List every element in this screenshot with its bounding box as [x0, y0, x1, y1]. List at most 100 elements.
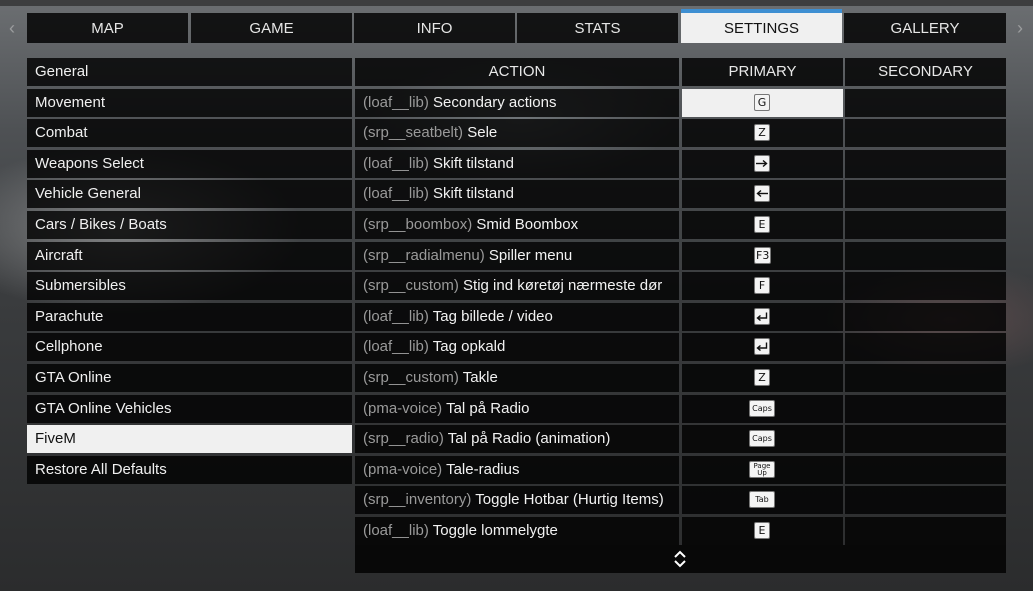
- table-row[interactable]: (loaf__lib) Skift tilstand: [355, 180, 1006, 209]
- primary-binding-cell[interactable]: F3: [682, 241, 843, 270]
- sidebar-item-cellphone[interactable]: Cellphone: [27, 333, 352, 362]
- sidebar-item-weapons-select[interactable]: Weapons Select: [27, 149, 352, 178]
- sidebar-item-restore-all-defaults[interactable]: Restore All Defaults: [27, 455, 352, 484]
- primary-binding-cell[interactable]: [682, 180, 843, 209]
- resource-name: (loaf__lib): [363, 338, 429, 356]
- tab-gallery[interactable]: GALLERY: [844, 13, 1006, 43]
- resource-name: (loaf__lib): [363, 307, 429, 325]
- action-label: Tal på Radio (animation): [447, 430, 611, 448]
- resource-name: (loaf__lib): [363, 521, 429, 539]
- action-label: Tal på Radio: [446, 399, 530, 417]
- primary-binding-cell[interactable]: [682, 302, 843, 331]
- sidebar-item-aircraft[interactable]: Aircraft: [27, 241, 352, 270]
- secondary-binding-cell[interactable]: [845, 425, 1006, 454]
- action-cell: (loaf__lib) Secondary actions: [355, 88, 679, 117]
- primary-binding-cell[interactable]: [682, 149, 843, 178]
- secondary-binding-cell[interactable]: [845, 88, 1006, 117]
- secondary-binding-cell[interactable]: [845, 455, 1006, 484]
- tab-map[interactable]: MAP: [27, 13, 188, 43]
- secondary-binding-cell[interactable]: [845, 394, 1006, 423]
- chevron-right-icon[interactable]: ›: [1010, 16, 1030, 40]
- secondary-binding-cell[interactable]: [845, 241, 1006, 270]
- table-row[interactable]: (srp__custom) Takle Z: [355, 363, 1006, 392]
- sidebar-item-cars-bikes-boats[interactable]: Cars / Bikes / Boats: [27, 210, 352, 239]
- primary-binding-cell[interactable]: E: [682, 516, 843, 545]
- secondary-binding-cell[interactable]: [845, 486, 1006, 515]
- resource-name: (srp__seatbelt): [363, 124, 464, 142]
- secondary-binding-cell[interactable]: [845, 302, 1006, 331]
- primary-binding-cell[interactable]: Caps: [682, 425, 843, 454]
- action-cell: (srp__custom) Takle: [355, 363, 679, 392]
- resource-name: (loaf__lib): [363, 154, 429, 172]
- tab-info[interactable]: INFO: [354, 13, 515, 43]
- action-cell: (pma-voice) Tal på Radio: [355, 394, 679, 423]
- sidebar-item-gta-online[interactable]: GTA Online: [27, 363, 352, 392]
- resource-name: (srp__radio): [363, 430, 444, 448]
- primary-binding-cell[interactable]: Page Up: [682, 455, 843, 484]
- column-header-action: ACTION: [355, 58, 679, 86]
- primary-binding-cell[interactable]: F: [682, 272, 843, 301]
- arrow-right-icon: [754, 154, 770, 172]
- sidebar-item-combat[interactable]: Combat: [27, 119, 352, 148]
- secondary-binding-cell[interactable]: [845, 149, 1006, 178]
- sidebar-item-general[interactable]: General: [27, 58, 352, 86]
- sidebar-item-fivem[interactable]: FiveM: [27, 425, 352, 454]
- tab-game[interactable]: GAME: [191, 13, 352, 43]
- table-row[interactable]: (pma-voice) Tale-radius Page Up: [355, 455, 1006, 484]
- primary-binding-cell[interactable]: E: [682, 210, 843, 239]
- sidebar-item-vehicle-general[interactable]: Vehicle General: [27, 180, 352, 209]
- resource-name: (loaf__lib): [363, 185, 429, 203]
- table-row[interactable]: (srp__custom) Stig ind køretøj nærmeste …: [355, 272, 1006, 301]
- action-cell: (loaf__lib) Toggle lommelygte: [355, 516, 679, 545]
- primary-binding-cell[interactable]: Caps: [682, 394, 843, 423]
- action-cell: (srp__boombox) Smid Boombox: [355, 210, 679, 239]
- table-row[interactable]: (loaf__lib) Toggle lommelygte E: [355, 516, 1006, 545]
- sidebar-item-movement[interactable]: Movement: [27, 88, 352, 117]
- enter-key-icon: [754, 307, 770, 325]
- arrow-left-icon: [754, 185, 770, 203]
- primary-binding-cell[interactable]: Z: [682, 119, 843, 148]
- action-cell: (loaf__lib) Tag billede / video: [355, 302, 679, 331]
- secondary-binding-cell[interactable]: [845, 333, 1006, 362]
- table-row[interactable]: (loaf__lib) Skift tilstand: [355, 149, 1006, 178]
- secondary-binding-cell[interactable]: [845, 210, 1006, 239]
- sidebar-item-parachute[interactable]: Parachute: [27, 302, 352, 331]
- key-cap: Caps: [749, 399, 775, 417]
- secondary-binding-cell[interactable]: [845, 363, 1006, 392]
- primary-binding-cell[interactable]: [682, 333, 843, 362]
- action-label: Takle: [462, 368, 498, 386]
- primary-binding-cell[interactable]: G: [682, 88, 843, 117]
- tab-stats[interactable]: STATS: [517, 13, 678, 43]
- table-row[interactable]: (srp__radio) Tal på Radio (animation) Cap…: [355, 425, 1006, 454]
- primary-binding-cell[interactable]: Tab: [682, 486, 843, 515]
- key-cap: E: [754, 521, 770, 539]
- chevron-left-icon[interactable]: ‹: [2, 16, 22, 40]
- table-row[interactable]: (srp__boombox) Smid Boombox E: [355, 210, 1006, 239]
- table-row[interactable]: (srp__inventory) Toggle Hotbar (Hurtig I…: [355, 486, 1006, 515]
- action-label: Tale-radius: [446, 460, 520, 478]
- action-label: Sele: [467, 124, 498, 142]
- action-label: Tag opkald: [432, 338, 506, 356]
- primary-binding-cell[interactable]: Z: [682, 363, 843, 392]
- table-row[interactable]: (loaf__lib) Secondary actions G: [355, 88, 1006, 117]
- secondary-binding-cell[interactable]: [845, 119, 1006, 148]
- key-cap: Z: [754, 368, 770, 386]
- tab-settings[interactable]: SETTINGS: [681, 9, 842, 43]
- table-row[interactable]: (pma-voice) Tal på Radio Caps: [355, 394, 1006, 423]
- table-row[interactable]: (srp__seatbelt) Sele Z: [355, 119, 1006, 148]
- sidebar-item-gta-online-vehicles[interactable]: GTA Online Vehicles: [27, 394, 352, 423]
- resource-name: (srp__radialmenu): [363, 246, 485, 264]
- action-label: Skift tilstand: [433, 185, 514, 203]
- scroll-up-down-icon[interactable]: [672, 549, 688, 569]
- sidebar-item-submersibles[interactable]: Submersibles: [27, 272, 352, 301]
- secondary-binding-cell[interactable]: [845, 516, 1006, 545]
- secondary-binding-cell[interactable]: [845, 180, 1006, 209]
- key-cap: Page Up: [749, 460, 775, 478]
- table-row[interactable]: (loaf__lib) Tag opkald: [355, 333, 1006, 362]
- table-row[interactable]: (srp__radialmenu) Spiller menu F3: [355, 241, 1006, 270]
- action-cell: (loaf__lib) Skift tilstand: [355, 149, 679, 178]
- table-row[interactable]: (loaf__lib) Tag billede / video: [355, 302, 1006, 331]
- secondary-binding-cell[interactable]: [845, 272, 1006, 301]
- settings-category-list: General Movement Combat Weapons Select Vehic…: [27, 58, 352, 486]
- action-label: Toggle Hotbar (Hurtig Items): [475, 491, 664, 509]
